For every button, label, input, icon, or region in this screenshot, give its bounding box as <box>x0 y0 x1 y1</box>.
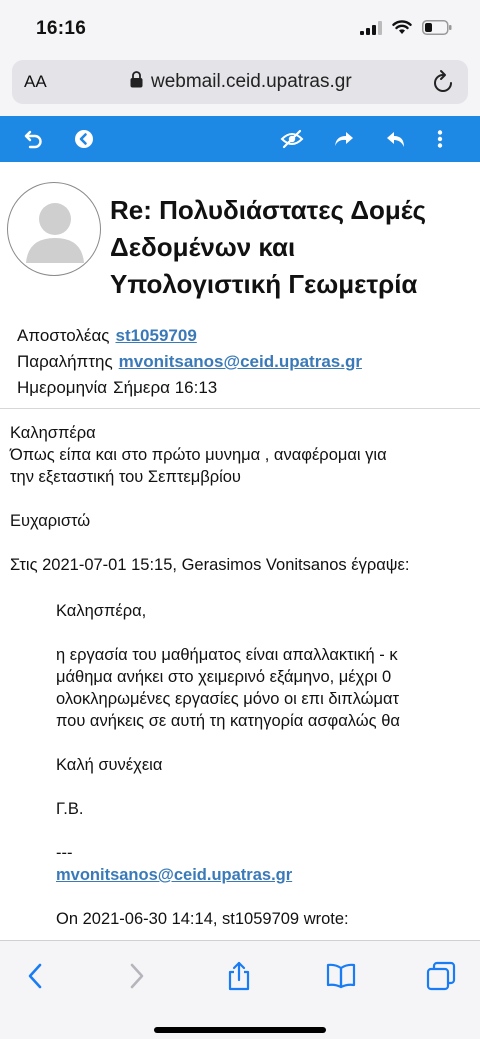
body-line: Καλησπέρα <box>10 424 96 442</box>
text-size-label: AA <box>24 72 47 91</box>
safari-toolbar <box>0 940 480 1039</box>
recipient-row: Παραλήπτης mvonitsanos@ceid.upatras.gr <box>17 349 362 375</box>
quoted-greeting: Καλησπέρα, <box>56 602 147 620</box>
lock-icon <box>130 71 143 93</box>
divider <box>0 408 480 409</box>
quoted-line: που ανήκεις σε αυτή τη κατηγορία ασφαλώς… <box>56 712 400 730</box>
status-time: 16:16 <box>36 18 87 39</box>
date-value: Σήμερα 16:13 <box>113 378 218 397</box>
body-line <box>10 488 480 510</box>
forward-icon[interactable] <box>122 961 152 991</box>
avatar <box>7 182 101 276</box>
safari-address-area: AA webmail.ceid.upatras.gr <box>0 56 480 116</box>
message-subject: Re: Πολυδιάστατες Δομές Δεδομένων και Υπ… <box>110 195 427 299</box>
share-icon[interactable] <box>224 961 254 991</box>
more-icon[interactable] <box>428 127 452 151</box>
recipient-link[interactable]: mvonitsanos@ceid.upatras.gr <box>119 349 362 375</box>
tabs-icon[interactable] <box>426 961 456 991</box>
quoted-email-link[interactable]: mvonitsanos@ceid.upatras.gr <box>56 864 480 886</box>
body-line: Στις 2021-07-01 15:15, Gerasimos Vonitsa… <box>10 556 410 574</box>
status-icons <box>360 20 452 40</box>
quoted-closing: Καλή συνέχεια <box>56 756 163 774</box>
sender-label: Αποστολέας <box>17 326 110 345</box>
reload-icon[interactable] <box>432 69 456 100</box>
text-size-button[interactable]: AA <box>24 72 47 92</box>
quoted-separator: --- <box>56 844 73 862</box>
body-line: Όπως είπα και στο πρώτο μυνημα , αναφέρο… <box>10 446 387 464</box>
date-label: Ημερομηνία <box>17 378 108 397</box>
quoted-message: Καλησπέρα, η εργασία του μαθήματος είναι… <box>56 600 480 930</box>
quoted-line: ολοκληρωμένες εργασίες μόνο οι επι διπλώ… <box>56 690 400 708</box>
recipient-label: Παραλήπτης <box>17 352 113 371</box>
back-icon[interactable] <box>20 961 50 991</box>
sender-row: Αποστολέας st1059709 <box>17 323 362 349</box>
quoted-line: η εργασία του μαθήματος είναι απαλλακτικ… <box>56 646 398 664</box>
wifi-icon <box>392 20 412 40</box>
message-meta: Αποστολέας st1059709 Παραλήπτης mvonitsa… <box>17 323 362 401</box>
hide-icon[interactable] <box>280 127 304 151</box>
reply-icon[interactable] <box>384 127 408 151</box>
message-view: Re: Πολυδιάστατες Δομές Δεδομένων και Υπ… <box>0 162 480 940</box>
left-arrow-icon[interactable] <box>72 127 96 151</box>
bookmarks-icon[interactable] <box>326 961 356 991</box>
address-bar[interactable]: AA webmail.ceid.upatras.gr <box>12 60 468 104</box>
body-line <box>10 532 480 554</box>
sender-link[interactable]: st1059709 <box>115 323 196 349</box>
quoted-wrote-line: On 2021-06-30 14:14, st1059709 wrote: <box>56 910 349 928</box>
body-line: την εξεταστική του Σεπτεμβρίου <box>10 468 241 486</box>
url-group[interactable]: webmail.ceid.upatras.gr <box>130 71 352 93</box>
quoted-line: μάθημα ανήκει στο χειμερινό εξάμηνο, μέχ… <box>56 668 392 686</box>
back-icon[interactable] <box>22 127 46 151</box>
home-indicator <box>154 1027 326 1033</box>
quoted-signature: Γ.Β. <box>56 800 84 818</box>
body-line: Ευχαριστώ <box>10 512 91 530</box>
forward-icon[interactable] <box>332 127 356 151</box>
battery-icon <box>422 20 452 40</box>
signal-icon <box>360 20 382 40</box>
url-text: webmail.ceid.upatras.gr <box>151 71 352 92</box>
status-bar: 16:16 <box>0 0 480 56</box>
mail-toolbar <box>0 116 480 162</box>
message-body: Καλησπέρα Όπως είπα και στο πρώτο μυνημα… <box>10 422 480 576</box>
date-row: Ημερομηνία Σήμερα 16:13 <box>17 375 362 401</box>
